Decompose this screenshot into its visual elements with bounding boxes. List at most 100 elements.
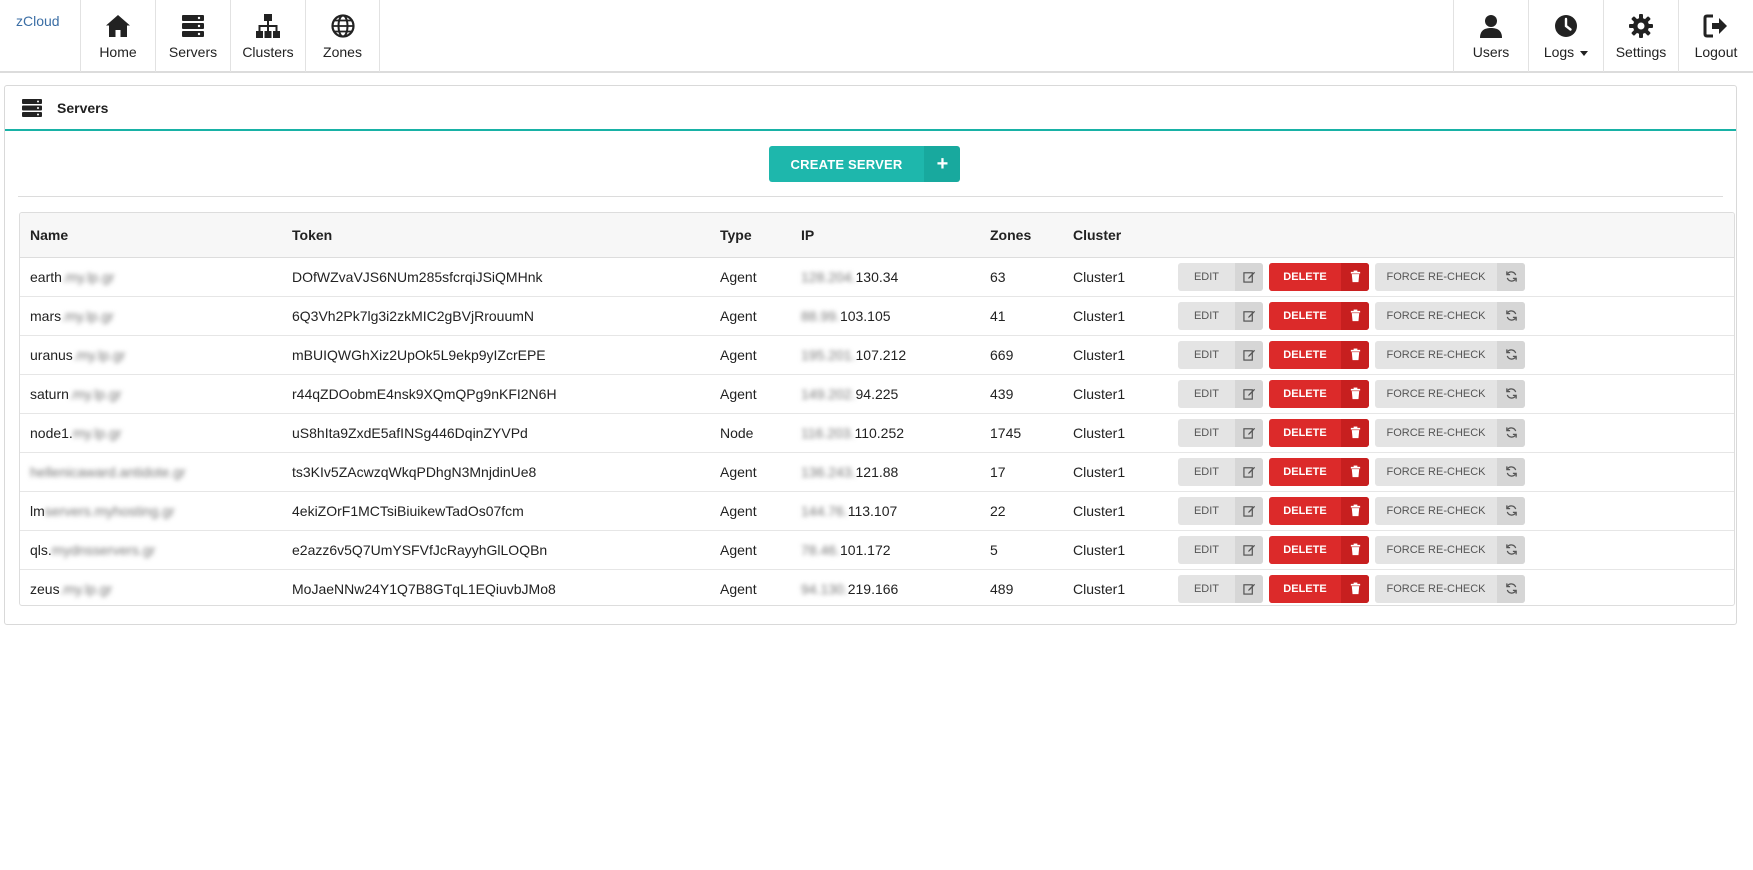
force-recheck-button[interactable]: FORCE RE-CHECK <box>1375 262 1525 291</box>
nav-servers-label: Servers <box>168 44 218 60</box>
force-recheck-label: FORCE RE-CHECK <box>1386 270 1486 283</box>
col-cluster: Cluster <box>1063 213 1168 258</box>
cell-zones: 63 <box>990 268 1006 285</box>
create-server-button[interactable]: CREATE SERVER + <box>768 146 961 182</box>
nav-logout[interactable]: Logout <box>1678 0 1753 72</box>
cell-zones: 1745 <box>980 412 1063 452</box>
refresh-icon <box>1497 262 1525 291</box>
refresh-icon <box>1497 457 1525 486</box>
nav-home[interactable]: Home <box>80 0 155 72</box>
cell-type: Agent <box>710 529 791 569</box>
nav-clusters[interactable]: Clusters <box>230 0 305 72</box>
ip-value: 219.166 <box>847 580 899 597</box>
edit-button[interactable]: EDIT <box>1178 262 1263 291</box>
col-actions <box>1168 213 1734 258</box>
cell-cluster: Cluster1 <box>1063 295 1168 335</box>
force-recheck-button[interactable]: FORCE RE-CHECK <box>1375 340 1525 369</box>
cell-zones: 489 <box>980 568 1063 605</box>
cell-name: mars.my.lp.gr <box>20 295 282 335</box>
force-recheck-label: FORCE RE-CHECK <box>1386 582 1486 595</box>
edit-icon <box>1235 262 1263 291</box>
cell-token: r44qZDOobmE4nsk9XQmQPg9nKFI2N6H <box>282 373 710 413</box>
delete-button[interactable]: DELETE <box>1269 418 1369 447</box>
delete-button[interactable]: DELETE <box>1269 301 1369 330</box>
table-row: saturn.my.lp.gr r44qZDOobmE4nsk9XQmQPg9n… <box>20 373 1734 413</box>
ip-blurred: 78.46. <box>801 541 840 558</box>
force-recheck-button[interactable]: FORCE RE-CHECK <box>1375 535 1525 564</box>
cell-actions: EDIT DELETE FORCE RE-CHECK <box>1168 257 1734 296</box>
server-name-blurred: .my.lp.gr <box>68 385 122 402</box>
trash-icon <box>1341 535 1369 564</box>
ip-blurred: 144.76. <box>801 502 848 519</box>
cell-name: zeus.my.lp.gr <box>20 568 282 605</box>
server-name: mars <box>30 307 62 324</box>
force-recheck-button[interactable]: FORCE RE-CHECK <box>1375 574 1525 603</box>
server-name: node1. <box>30 424 73 441</box>
nav-zones-label: Zones <box>323 44 362 60</box>
home-icon <box>106 15 130 37</box>
cell-cluster: Cluster1 <box>1063 490 1168 530</box>
force-recheck-button[interactable]: FORCE RE-CHECK <box>1375 418 1525 447</box>
delete-label: DELETE <box>1283 270 1327 283</box>
edit-button[interactable]: EDIT <box>1178 379 1263 408</box>
trash-icon <box>1341 496 1369 525</box>
edit-button[interactable]: EDIT <box>1178 535 1263 564</box>
refresh-icon <box>1497 340 1525 369</box>
nav-settings[interactable]: Settings <box>1603 0 1678 72</box>
delete-label: DELETE <box>1283 309 1327 322</box>
edit-label: EDIT <box>1193 426 1220 439</box>
globe-icon <box>330 14 355 38</box>
nav-servers[interactable]: Servers <box>155 0 230 72</box>
refresh-icon <box>1497 535 1525 564</box>
force-recheck-button[interactable]: FORCE RE-CHECK <box>1375 457 1525 486</box>
edit-icon <box>1235 379 1263 408</box>
cell-ip: 116.203.110.252 <box>791 412 980 452</box>
panel-header: Servers <box>5 86 1736 131</box>
brand-link[interactable]: zCloud <box>16 13 60 29</box>
nav-settings-label: Settings <box>1615 44 1667 60</box>
ip-blurred: 128.204. <box>801 268 856 285</box>
nav-zones[interactable]: Zones <box>305 0 380 72</box>
force-recheck-button[interactable]: FORCE RE-CHECK <box>1375 379 1525 408</box>
delete-button[interactable]: DELETE <box>1269 496 1369 525</box>
plus-icon: + <box>924 146 961 182</box>
cell-zones: 669 <box>980 334 1063 374</box>
edit-label: EDIT <box>1193 270 1220 283</box>
cell-token: uS8hIta9ZxdE5afINSg446DqinZYVPd <box>282 412 710 452</box>
trash-icon <box>1341 379 1369 408</box>
nav-logs[interactable]: Logs <box>1528 0 1603 72</box>
servers-table: Name Token Type IP Zones Cluster earth.m… <box>19 212 1735 606</box>
delete-button[interactable]: DELETE <box>1269 340 1369 369</box>
col-token: Token <box>282 213 710 258</box>
edit-icon <box>1235 496 1263 525</box>
ip-value: 121.88 <box>855 463 899 480</box>
nav-users[interactable]: Users <box>1453 0 1528 72</box>
delete-button[interactable]: DELETE <box>1269 262 1369 291</box>
nav-logout-label: Logout <box>1694 44 1738 60</box>
edit-button[interactable]: EDIT <box>1178 496 1263 525</box>
server-name: qls. <box>30 541 52 558</box>
edit-button[interactable]: EDIT <box>1178 418 1263 447</box>
cell-token: DOfWZvaVJS6NUm285sfcrqiJSiQMHnk <box>292 268 543 285</box>
col-type: Type <box>710 213 791 258</box>
edit-button[interactable]: EDIT <box>1178 340 1263 369</box>
cell-cluster: Cluster1 <box>1063 412 1168 452</box>
delete-label: DELETE <box>1283 465 1327 478</box>
delete-button[interactable]: DELETE <box>1269 379 1369 408</box>
cell-type: Agent <box>720 268 757 285</box>
edit-button[interactable]: EDIT <box>1178 457 1263 486</box>
server-name-blurred: my.lp.gr <box>72 424 122 441</box>
cell-ip: 94.130.219.166 <box>791 568 980 605</box>
delete-button[interactable]: DELETE <box>1269 457 1369 486</box>
force-recheck-button[interactable]: FORCE RE-CHECK <box>1375 301 1525 330</box>
edit-button[interactable]: EDIT <box>1178 574 1263 603</box>
edit-icon <box>1235 457 1263 486</box>
delete-button[interactable]: DELETE <box>1269 574 1369 603</box>
refresh-icon <box>1497 496 1525 525</box>
table-row: zeus.my.lp.gr MoJaeNNw24Y1Q7B8GTqL1EQiuv… <box>20 568 1734 605</box>
force-recheck-button[interactable]: FORCE RE-CHECK <box>1375 496 1525 525</box>
cell-cluster: Cluster1 <box>1063 334 1168 374</box>
delete-button[interactable]: DELETE <box>1269 535 1369 564</box>
delete-label: DELETE <box>1283 426 1327 439</box>
edit-button[interactable]: EDIT <box>1178 301 1263 330</box>
